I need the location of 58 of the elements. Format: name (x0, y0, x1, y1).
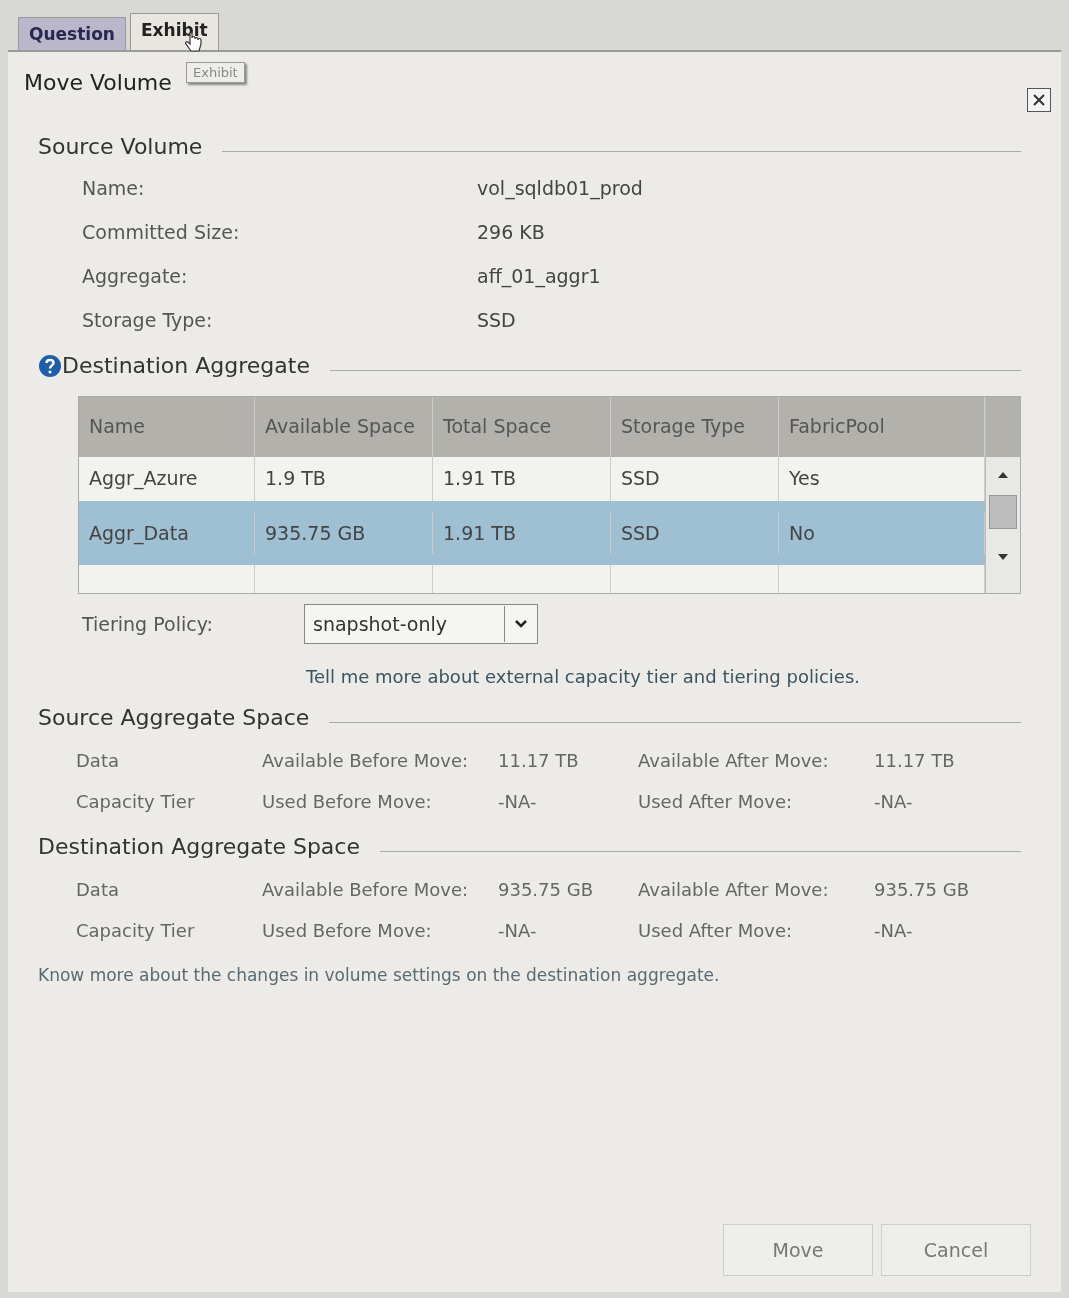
table-cell: 1.91 TB (433, 512, 611, 554)
section-heading: Source Aggregate Space (38, 705, 310, 730)
field-label: Committed Size: (82, 221, 241, 243)
field-value: -NA- (498, 920, 538, 941)
field-label: Available After Move: (638, 879, 830, 900)
dialog-button[interactable]: Cancel (881, 1224, 1031, 1276)
section-heading: Destination Aggregate Space (38, 834, 360, 859)
field-label: Tiering Policy: (82, 613, 214, 635)
column-header[interactable]: Storage Type (611, 397, 779, 457)
tab[interactable]: Question (18, 17, 126, 50)
field-label: Used Before Move: (262, 920, 433, 941)
scroll-down-icon[interactable] (997, 553, 1009, 561)
row-label: Capacity Tier (76, 791, 196, 812)
field-label: Used After Move: (638, 791, 794, 812)
scrollbar-thumb[interactable] (989, 495, 1017, 529)
scroll-up-icon[interactable] (997, 471, 1009, 479)
column-header[interactable]: Total Space (433, 397, 611, 457)
row-label: Data (76, 879, 120, 900)
tiering-policy-dropdown[interactable]: snapshot-only (304, 604, 538, 644)
field-label: Storage Type: (82, 309, 214, 331)
table-cell: SSD (611, 512, 779, 554)
field-label: Used After Move: (638, 920, 794, 941)
field-value: 935.75 GB (498, 879, 594, 900)
tab[interactable]: Exhibit (129, 13, 219, 50)
field-value: 11.17 TB (498, 750, 580, 771)
table-cell: 935.75 GB (255, 512, 433, 554)
table-row[interactable]: Aggr_Data 935.75 GB 1.91 TB SSD No (79, 501, 985, 565)
field-value: -NA- (498, 791, 538, 812)
field-value: -NA- (874, 920, 914, 941)
field-value: -NA- (874, 791, 914, 812)
field-label: Used Before Move: (262, 791, 433, 812)
field-label: Available Before Move: (262, 750, 470, 771)
tooltip: Exhibit (186, 62, 245, 83)
field-label: Name: (82, 177, 146, 199)
close-icon (1032, 93, 1046, 107)
column-header[interactable]: Name (79, 397, 255, 457)
field-value: vol_sqldb01_prod (477, 177, 644, 199)
help-icon[interactable] (38, 353, 62, 378)
field-value: SSD (477, 309, 517, 331)
row-label: Data (76, 750, 120, 771)
section-heading: Source Volume (38, 134, 203, 159)
row-label: Capacity Tier (76, 920, 196, 941)
field-value: 11.17 TB (874, 750, 956, 771)
scrollbar[interactable] (985, 397, 1020, 593)
field-label: Available Before Move: (262, 879, 470, 900)
field-value: aff_01_aggr1 (477, 265, 602, 287)
dialog-button[interactable]: Move (723, 1224, 873, 1276)
section-heading: Destination Aggregate (62, 353, 310, 378)
info-link[interactable]: Know more about the changes in volume settings on the destination aggregate. (38, 965, 1021, 985)
field-value: 935.75 GB (874, 879, 970, 900)
close-button[interactable] (1027, 88, 1051, 112)
column-header[interactable]: Available Space (255, 397, 433, 457)
field-label: Available After Move: (638, 750, 830, 771)
field-label: Aggregate: (82, 265, 189, 287)
table-cell: Aggr_Data (79, 512, 255, 554)
dialog-title: Move Volume (24, 70, 172, 95)
info-link[interactable]: Tell me more about external capacity tier and tiering policies. (306, 666, 1021, 687)
field-value: 296 KB (477, 221, 546, 243)
